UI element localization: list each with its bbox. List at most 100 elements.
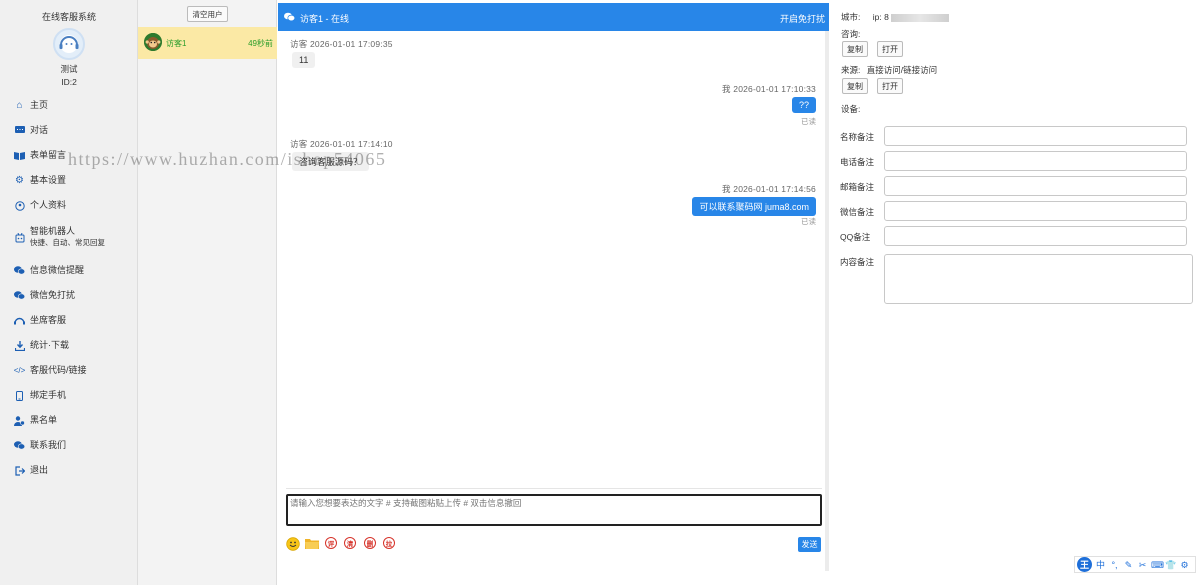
wechat-note-label: 微信备注 xyxy=(840,207,875,217)
sidebar-item-forms[interactable]: 表单留言 xyxy=(14,150,134,161)
chat-bubbles-icon xyxy=(284,12,296,22)
clear-button[interactable]: 清 xyxy=(344,537,358,551)
gear-icon: ⚙ xyxy=(15,175,24,186)
app-title: 在线客服系统 xyxy=(41,12,96,22)
ime-chinese-mode-icon[interactable]: 中 xyxy=(1095,558,1106,572)
content-note-label: 内容备注 xyxy=(840,257,875,267)
message-bubble[interactable]: 咨询客服源码？ xyxy=(292,152,370,171)
message-meta: 我 2026-01-01 17:10:33 xyxy=(722,84,816,94)
sidebar-item-settings[interactable]: ⚙ 基本设置 xyxy=(14,175,134,186)
robot-icon xyxy=(14,232,25,243)
sidebar-item-label: 统计·下载 xyxy=(30,340,69,350)
phone-icon xyxy=(14,390,25,401)
source-row: 来源: 直接访问/链接访问 xyxy=(841,64,937,76)
contact-icon xyxy=(14,440,25,451)
message-meta: 访客 2026-01-01 17:14:10 xyxy=(290,139,393,149)
read-status: 已读 xyxy=(801,117,816,126)
ime-toolbar: 王 中 °, ✎ ✂ ⌨ 👕 ⚙ xyxy=(1074,556,1196,573)
copy-consult-button[interactable]: 复制 xyxy=(842,41,868,57)
visitor-avatar xyxy=(144,33,162,51)
open-consult-button[interactable]: 打开 xyxy=(877,41,903,57)
sidebar-item-label: 联系我们 xyxy=(30,440,67,450)
chat-title: 访客1 - 在线 xyxy=(300,14,350,24)
wechat-mute-icon xyxy=(14,290,25,301)
divider xyxy=(286,488,822,489)
sidebar-item-label: 个人资料 xyxy=(30,200,67,210)
name-note-label: 名称备注 xyxy=(840,132,875,142)
visitor-name: 访客1 xyxy=(166,39,187,48)
sidebar-item-label: 表单留言 xyxy=(30,150,67,160)
sidebar-item-sublabel: 快捷、自动、常见回复 xyxy=(30,238,105,247)
sidebar-item-blacklist[interactable]: 黑名单 xyxy=(14,415,134,426)
device-label: 设备: xyxy=(841,104,861,114)
message-bubble[interactable]: 11 xyxy=(292,52,316,68)
wechat-note-input[interactable] xyxy=(884,201,1187,221)
email-note-input[interactable] xyxy=(884,176,1187,196)
sidebar-item-logout[interactable]: 退出 xyxy=(14,465,134,476)
sidebar-item-label: 坐席客服 xyxy=(30,315,67,325)
open-source-button[interactable]: 打开 xyxy=(877,78,903,94)
phone-note-input[interactable] xyxy=(884,151,1187,171)
chat-header: 访客1 - 在线 开启免打扰 xyxy=(278,3,829,31)
message-bubble[interactable]: 可以联系聚码网 juma8.com xyxy=(692,197,816,216)
ip-label: ip: 8 xyxy=(872,12,889,22)
city-label: 城市: xyxy=(841,12,861,22)
ime-keyboard-icon[interactable]: ⌨ xyxy=(1151,558,1164,572)
sidebar-item-home[interactable]: ⌂ 主页 xyxy=(14,100,134,111)
home-icon: ⌂ xyxy=(16,100,23,111)
profile-icon xyxy=(14,200,25,211)
sidebar-item-stats[interactable]: 统计·下载 xyxy=(14,340,134,351)
sidebar-item-label: 绑定手机 xyxy=(30,390,67,400)
visitor-info-panel: 城市: ip: 8 咨询: 复制 打开 来源: 直接访问/链接访问 复制 打开 … xyxy=(829,0,1200,585)
block-button[interactable]: 拉 xyxy=(383,537,397,551)
visitor-list: 清空用户 访客1 49秒前 xyxy=(138,0,277,585)
message-meta: 我 2026-01-01 17:14:56 xyxy=(722,184,816,194)
user-id: ID:2 xyxy=(61,77,77,87)
emoji-button[interactable] xyxy=(286,537,300,551)
visitor-item[interactable]: 访客1 49秒前 xyxy=(138,27,277,59)
qq-note-input[interactable] xyxy=(884,226,1187,246)
name-note-input[interactable] xyxy=(884,126,1187,146)
city-row: 城市: ip: 8 xyxy=(841,11,949,23)
evaluate-button[interactable]: 评 xyxy=(325,537,339,551)
ime-settings-icon[interactable]: ⚙ xyxy=(1179,558,1190,572)
sidebar-item-robot[interactable]: 智能机器人 快捷、自动、常见回复 xyxy=(14,226,134,248)
user-name: 测试 xyxy=(60,64,78,74)
sidebar-item-code[interactable]: </> 客服代码/链接 xyxy=(14,365,134,376)
sidebar-item-profile[interactable]: 个人资料 xyxy=(14,200,134,211)
avatar[interactable] xyxy=(53,28,85,60)
consult-label: 咨询: xyxy=(841,29,861,39)
block-icon: 拉 xyxy=(383,537,395,549)
delete-button[interactable]: 删 xyxy=(364,537,378,551)
send-button[interactable]: 发送 xyxy=(798,537,821,552)
chat-panel: 访客1 - 在线 开启免打扰 访客 2026-01-01 17:09:35 11… xyxy=(278,0,829,585)
sidebar-item-agents[interactable]: 坐席客服 xyxy=(14,315,134,326)
sidebar-item-bind-phone[interactable]: 绑定手机 xyxy=(14,390,134,401)
dnd-toggle-button[interactable]: 开启免打扰 xyxy=(780,12,825,25)
read-status: 已读 xyxy=(801,217,816,226)
ime-logo-icon[interactable]: 王 xyxy=(1077,557,1092,572)
ime-skin-icon[interactable]: 👕 xyxy=(1165,558,1176,572)
blacklist-icon xyxy=(14,415,25,426)
logout-icon xyxy=(14,465,25,476)
copy-source-button[interactable]: 复制 xyxy=(842,78,868,94)
ime-scissors-icon[interactable]: ✂ xyxy=(1137,558,1148,572)
sidebar-item-contact[interactable]: 联系我们 xyxy=(14,440,134,451)
sidebar-item-wechat-notify[interactable]: 信息微信提醒 xyxy=(14,265,134,276)
monkey-icon xyxy=(144,33,162,51)
delete-icon: 删 xyxy=(364,537,376,549)
content-note-textarea[interactable] xyxy=(884,254,1193,304)
message-input[interactable] xyxy=(286,494,822,526)
upload-file-button[interactable] xyxy=(305,537,319,551)
message-bubble[interactable]: ?? xyxy=(791,97,816,113)
sidebar-item-chat[interactable]: 对话 xyxy=(14,125,134,136)
sidebar-item-label: 基本设置 xyxy=(30,175,67,185)
ime-handwrite-icon[interactable]: ✎ xyxy=(1123,558,1134,572)
clear-users-button[interactable]: 清空用户 xyxy=(187,6,228,22)
sidebar-item-label: 客服代码/链接 xyxy=(30,365,87,375)
evaluate-icon: 评 xyxy=(325,537,337,549)
ime-punctuation-icon[interactable]: °, xyxy=(1109,558,1120,572)
sidebar-item-label: 信息微信提醒 xyxy=(30,265,85,275)
sidebar-item-wechat-mute[interactable]: 微信免打扰 xyxy=(14,290,134,301)
chat-icon xyxy=(14,125,25,136)
